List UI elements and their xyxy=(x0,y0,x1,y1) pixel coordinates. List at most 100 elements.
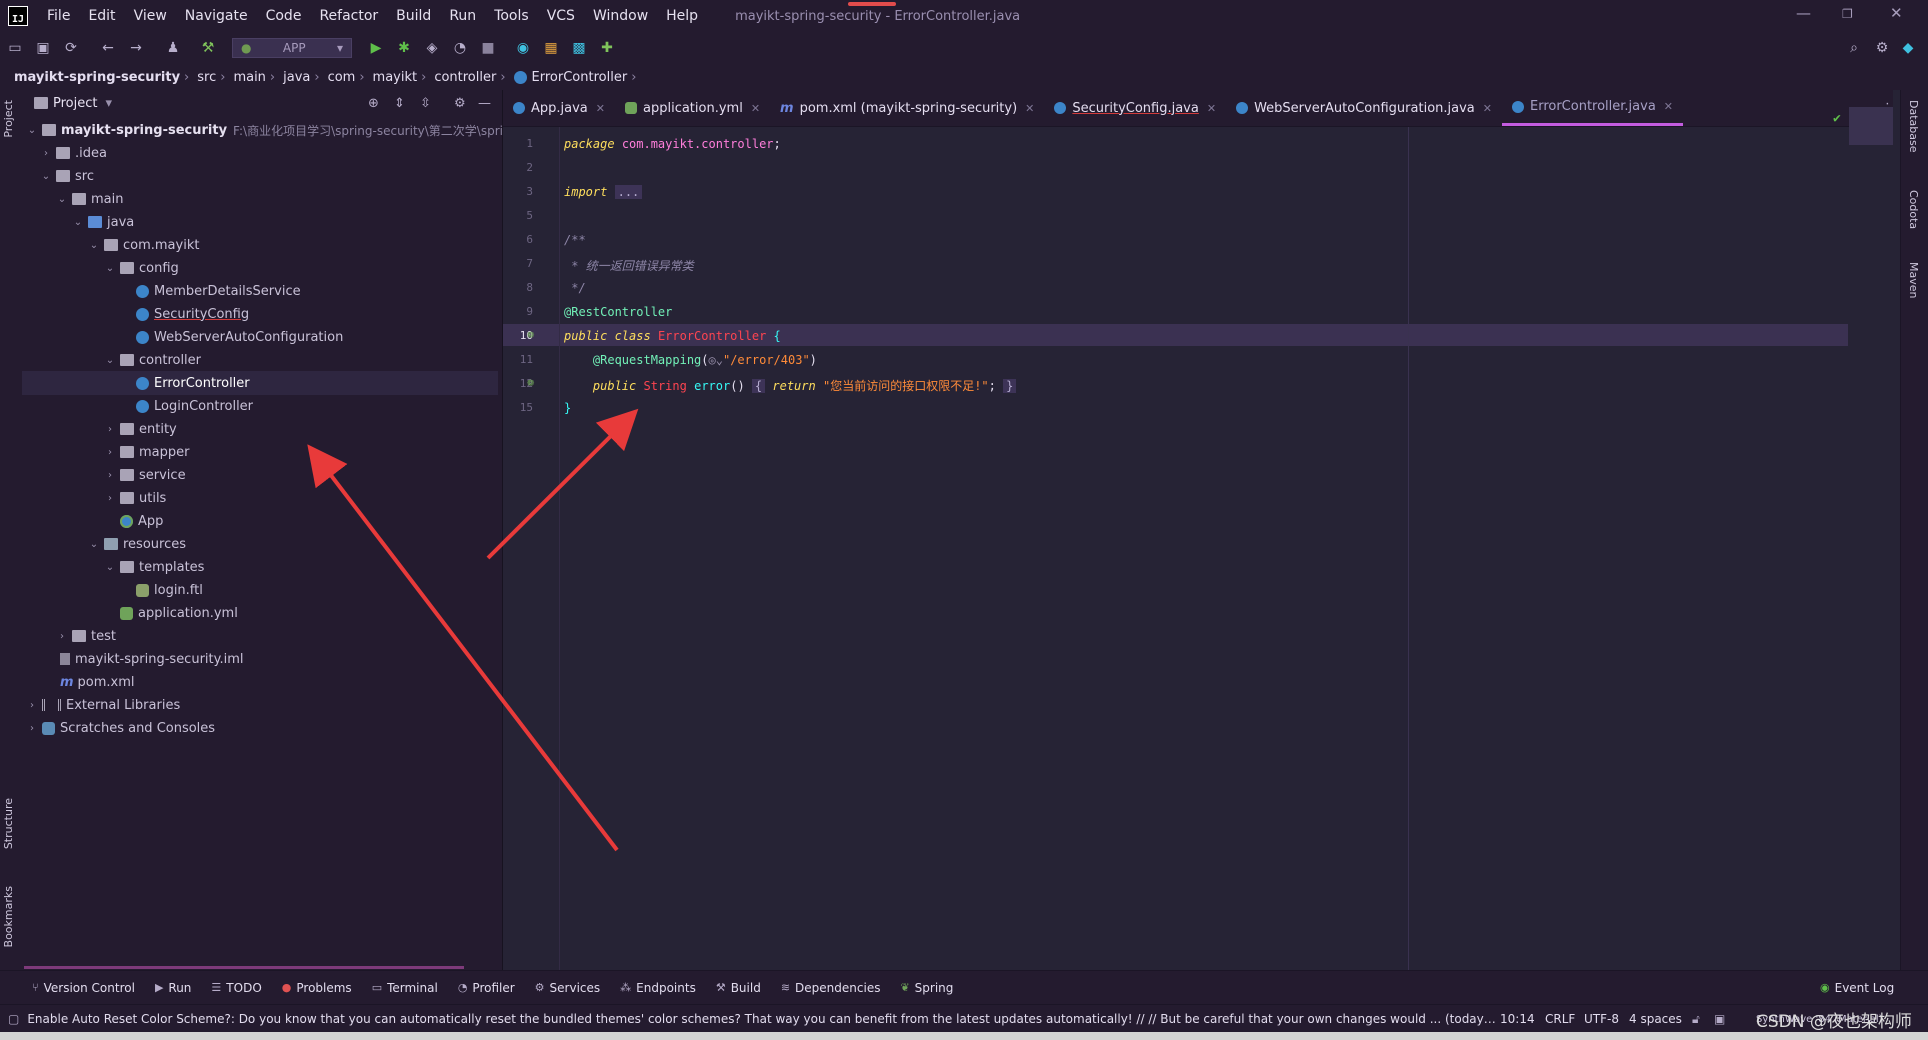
version-control-button[interactable]: ⑂ Version Control xyxy=(32,981,135,995)
tree-item-main[interactable]: ⌄ main xyxy=(56,187,124,211)
close-icon[interactable]: ✕ xyxy=(1025,102,1034,115)
code-minimap[interactable] xyxy=(1849,107,1893,145)
stop-icon[interactable]: ■ xyxy=(477,37,499,59)
tree-item-external-libraries[interactable]: › External Libraries xyxy=(26,693,180,717)
lock-icon[interactable]: 🔓︎ xyxy=(1692,1012,1700,1027)
codota-tool-button[interactable]: Codota xyxy=(1907,190,1920,229)
project-tool-button[interactable]: Project xyxy=(2,100,15,138)
menu-tools[interactable]: Tools xyxy=(485,8,538,24)
caret-position[interactable]: 10:14 xyxy=(1500,1012,1535,1026)
todo-tool-button[interactable]: ☰ TODO xyxy=(211,981,261,995)
save-icon[interactable]: ▣ xyxy=(32,37,54,59)
tree-item-errorcontroller[interactable]: ErrorController xyxy=(22,371,498,395)
close-icon[interactable]: ✕ xyxy=(1664,100,1673,113)
expand-all-icon[interactable]: ⇕ xyxy=(394,96,405,111)
close-icon[interactable]: ✕ xyxy=(596,102,605,115)
sync-icon[interactable]: ⟳ xyxy=(60,37,82,59)
bookmarks-tool-button[interactable]: Bookmarks xyxy=(2,886,15,947)
back-arrow-icon[interactable]: ← xyxy=(97,37,119,59)
menu-navigate[interactable]: Navigate xyxy=(176,8,257,24)
breadcrumb-src[interactable]: src xyxy=(197,70,216,85)
terminal-tool-button[interactable]: ▭ Terminal xyxy=(372,981,438,995)
tree-item-java[interactable]: ⌄ java xyxy=(72,210,134,234)
tree-item-src[interactable]: ⌄ src xyxy=(40,164,94,188)
horizontal-scrollbar[interactable] xyxy=(24,966,464,969)
menu-window[interactable]: Window xyxy=(584,8,657,24)
spring-mapping-gutter-icon[interactable]: ❁ xyxy=(527,375,534,389)
line-separator[interactable]: CRLF xyxy=(1545,1012,1575,1026)
chevron-down-icon[interactable]: ▾ xyxy=(105,96,112,111)
tab-securityconfig[interactable]: SecurityConfig.java ✕ xyxy=(1044,90,1226,126)
tree-item-entity[interactable]: › entity xyxy=(104,417,177,441)
tree-item-config[interactable]: ⌄ config xyxy=(104,256,179,280)
tree-item-logincontroller[interactable]: LoginController xyxy=(132,394,253,418)
breadcrumb-mayikt[interactable]: mayikt xyxy=(373,70,418,85)
notification-icon[interactable]: ▢ xyxy=(8,1012,19,1026)
no-problems-check-icon[interactable]: ✔ xyxy=(1833,111,1841,126)
breadcrumb-errorcontroller[interactable]: ErrorController xyxy=(532,70,628,85)
tree-item-pom-xml[interactable]: m pom.xml xyxy=(56,670,135,694)
tree-item-resources[interactable]: ⌄ resources xyxy=(88,532,186,556)
menu-view[interactable]: View xyxy=(125,8,176,24)
tree-item-login-ftl[interactable]: login.ftl xyxy=(132,578,203,602)
breadcrumb-controller[interactable]: controller xyxy=(434,70,496,85)
profiler-tool-button[interactable]: ◔ Profiler xyxy=(458,981,515,995)
file-encoding[interactable]: UTF-8 xyxy=(1584,1012,1619,1026)
run-config-select[interactable]: ● APP ▾ xyxy=(232,38,352,58)
menu-help[interactable]: Help xyxy=(657,8,707,24)
close-icon[interactable]: ✕ xyxy=(1890,4,1903,22)
project-structure-icon[interactable]: ▦ xyxy=(540,37,562,59)
menu-code[interactable]: Code xyxy=(257,8,311,24)
tree-item-test[interactable]: › test xyxy=(56,624,116,648)
restore-icon[interactable]: ❐ xyxy=(1842,7,1853,21)
tree-item-mapper[interactable]: › mapper xyxy=(104,440,189,464)
close-icon[interactable]: ✕ xyxy=(1207,102,1216,115)
problems-tool-button[interactable]: ● Problems xyxy=(282,981,352,995)
tree-item-scratches[interactable]: › Scratches and Consoles xyxy=(26,716,215,740)
event-log-button[interactable]: ◉ Event Log xyxy=(1820,981,1894,995)
hide-panel-icon[interactable]: — xyxy=(478,96,491,111)
breadcrumb-java[interactable]: java xyxy=(283,70,310,85)
tree-item-templates[interactable]: ⌄ templates xyxy=(104,555,205,579)
gear-icon[interactable]: ⚙ xyxy=(1871,37,1893,59)
build-hammer-icon[interactable]: ⚒ xyxy=(197,37,219,59)
menu-build[interactable]: Build xyxy=(387,8,440,24)
menu-file[interactable]: File xyxy=(38,8,79,24)
indent-setting[interactable]: 4 spaces xyxy=(1629,1012,1682,1026)
tree-item-com-mayikt[interactable]: ⌄ com.mayikt xyxy=(88,233,200,257)
menu-vcs[interactable]: VCS xyxy=(538,8,584,24)
coverage-icon[interactable]: ◈ xyxy=(421,37,443,59)
minimize-icon[interactable]: — xyxy=(1796,4,1811,22)
tree-item-securityconfig[interactable]: SecurityConfig xyxy=(132,302,249,326)
status-message[interactable]: Enable Auto Reset Color Scheme?: Do you … xyxy=(27,1012,1497,1026)
close-icon[interactable]: ✕ xyxy=(1483,102,1492,115)
tree-item-application-yml[interactable]: application.yml xyxy=(116,601,238,625)
project-panel-title[interactable]: Project xyxy=(53,96,97,111)
tree-item-controller[interactable]: ⌄ controller xyxy=(104,348,201,372)
structure-tool-button[interactable]: Structure xyxy=(2,798,15,849)
gear-icon[interactable]: ⚙ xyxy=(454,96,466,111)
plugin-puzzle-icon[interactable]: ✚ xyxy=(596,37,618,59)
open-folder-icon[interactable]: ▭ xyxy=(4,37,26,59)
tab-webserverautoconfiguration[interactable]: WebServerAutoConfiguration.java ✕ xyxy=(1226,90,1502,126)
tab-errorcontroller[interactable]: ErrorController.java ✕ xyxy=(1501,90,1684,126)
tree-item-idea[interactable]: › .idea xyxy=(40,141,107,165)
menu-refactor[interactable]: Refactor xyxy=(310,8,387,24)
tree-item-webserverautoconfiguration[interactable]: WebServerAutoConfiguration xyxy=(132,325,343,349)
dependencies-tool-button[interactable]: ≋ Dependencies xyxy=(781,981,881,995)
jrebel-icon[interactable]: ▩ xyxy=(568,37,590,59)
breadcrumb-com[interactable]: com xyxy=(328,70,356,85)
tab-app-java[interactable]: App.java ✕ xyxy=(503,90,615,126)
tree-item-iml[interactable]: mayikt-spring-security.iml xyxy=(56,647,244,671)
tab-pom-xml[interactable]: m pom.xml (mayikt-spring-security) ✕ xyxy=(770,90,1044,126)
spring-tool-button[interactable]: ❦ Spring xyxy=(900,981,953,995)
breadcrumb-main[interactable]: main xyxy=(233,70,265,85)
tree-item-app[interactable]: App xyxy=(116,509,163,533)
memory-icon[interactable]: ▣ xyxy=(1714,1012,1725,1026)
search-icon[interactable]: ⌕ xyxy=(1843,37,1865,59)
run-tool-button[interactable]: ▶ Run xyxy=(155,981,191,995)
database-tool-button[interactable]: Database xyxy=(1907,100,1920,153)
tree-item-memberdetailsservice[interactable]: MemberDetailsService xyxy=(132,279,301,303)
tab-application-yml[interactable]: application.yml ✕ xyxy=(615,90,770,126)
spring-bean-gutter-icon[interactable]: ❁ xyxy=(527,327,534,341)
